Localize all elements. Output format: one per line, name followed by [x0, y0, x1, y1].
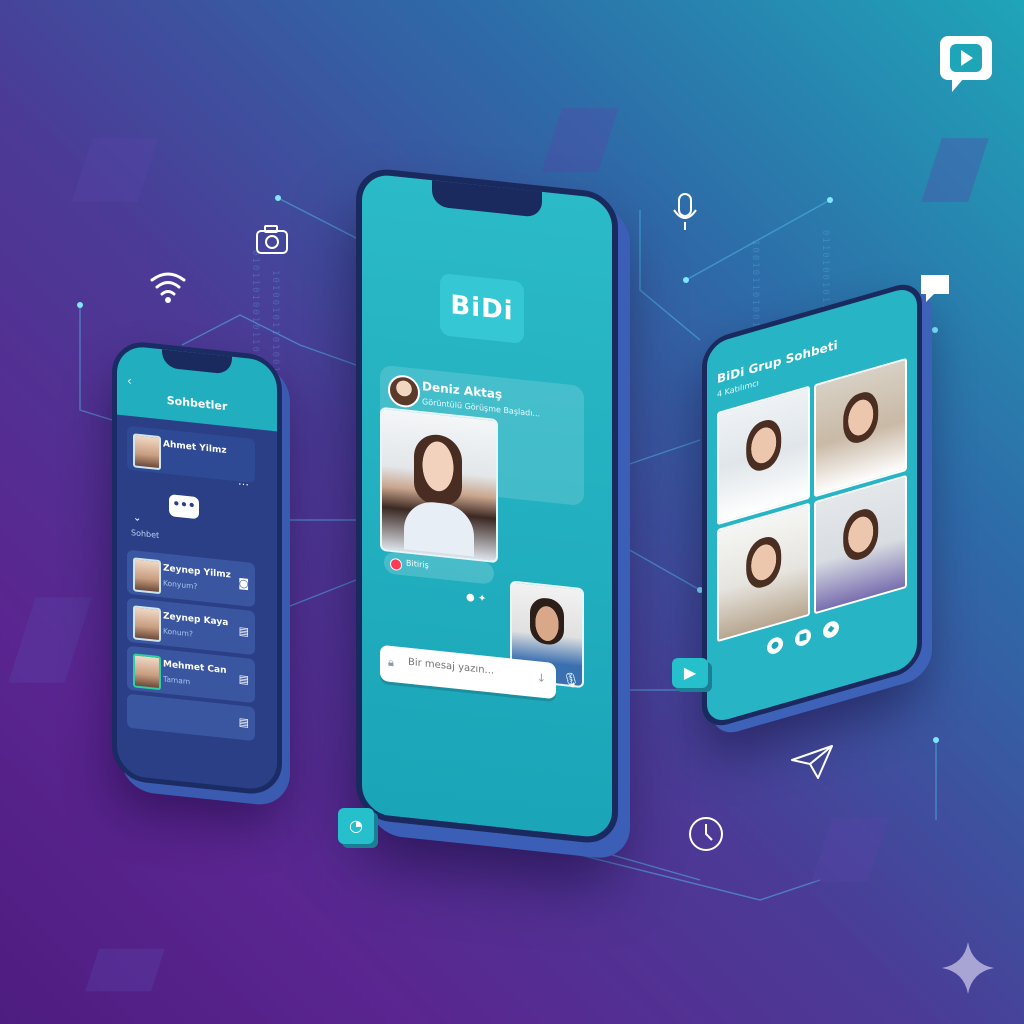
participant-body: [404, 499, 474, 557]
app-logo-badge: BiDi: [440, 273, 524, 344]
background-tile: [85, 948, 165, 992]
app-logo: BiDi: [450, 290, 514, 327]
chat-bubble-icon: ◔: [338, 808, 374, 844]
participant-tile: [717, 385, 810, 526]
play-icon: ▶: [672, 658, 708, 688]
lock-icon: 🔒︎: [388, 655, 394, 670]
participant-face: [745, 415, 782, 475]
participant-face: [530, 596, 564, 647]
chat-row[interactable]: Mehmet Can Tamam ▤: [127, 645, 255, 704]
wifi-icon: [150, 272, 186, 303]
participant-face: [745, 532, 782, 592]
contact-name: Zeynep Yilmz: [163, 563, 231, 581]
location-button[interactable]: ◆: [823, 619, 839, 640]
chevron-down-icon[interactable]: ⌄: [133, 512, 141, 524]
play-chat-icon: [940, 36, 992, 92]
mute-button[interactable]: ●: [767, 635, 783, 656]
more-icon[interactable]: ⋯: [238, 477, 249, 491]
avatar: [133, 557, 161, 595]
avatar: [388, 373, 420, 409]
microphone-icon[interactable]: ↓: [537, 671, 546, 685]
back-button[interactable]: ‹: [127, 374, 132, 389]
pinned-chat-row[interactable]: Ahmet Yilmz ⋯: [127, 425, 255, 491]
video-button[interactable]: ■: [795, 627, 811, 648]
camera-icon: [256, 225, 288, 254]
participant-face: [414, 432, 462, 508]
participant-tile: [717, 502, 810, 643]
avatar: [133, 653, 161, 691]
sparkle-icon: [942, 942, 994, 994]
avatar: [133, 433, 161, 471]
contact-name: Ahmet Yilmz: [163, 439, 227, 457]
list-icon[interactable]: ▤: [239, 672, 249, 686]
participant-face: [842, 387, 879, 447]
remote-video: [380, 406, 498, 564]
record-icon: [390, 557, 402, 572]
list-icon[interactable]: ▤: [239, 624, 249, 638]
chat-row[interactable]: Zeynep Kaya Konum? ▤: [127, 597, 255, 656]
camera-icon[interactable]: ◙: [238, 576, 249, 590]
last-message: Konyum?: [163, 578, 198, 592]
send-icon: [791, 745, 833, 779]
last-message: Tamam: [163, 674, 191, 687]
chat-row[interactable]: Zeynep Yilmz Konyum? ◙: [127, 549, 255, 608]
participant-tile: [814, 357, 907, 498]
video-call-phone: BiDi Deniz Aktaş Görüntülü Görüşme Başla…: [356, 166, 618, 846]
phone-notch: [432, 180, 542, 218]
last-message: Konum?: [163, 626, 193, 639]
microphone-icon[interactable]: 🎙︎: [562, 672, 580, 690]
clock-icon: [689, 817, 723, 851]
contact-name: Zeynep Kaya: [163, 611, 229, 629]
chat-bubble-icon: •••: [169, 494, 199, 520]
group-call-phone: BiDi Grup Sohbeti 4 Katılımcı ● ■ ◆: [702, 278, 922, 732]
participant-face: [842, 504, 879, 564]
reaction-icons[interactable]: ● ✦: [466, 592, 486, 605]
chat-list-phone: ‹ Sohbetler Ahmet Yilmz ⋯ ••• ⌄ Sohbet Z…: [112, 339, 282, 797]
end-call-label: Bitiriş: [406, 558, 429, 570]
group-title: BiDi Grup Sohbeti: [717, 337, 838, 387]
message-input[interactable]: [406, 655, 530, 682]
chat-icon: [921, 275, 949, 302]
list-icon[interactable]: ▤: [239, 715, 249, 729]
microphone-icon: [673, 193, 697, 230]
section-label: Sohbet: [131, 528, 160, 541]
participant-tile: [814, 474, 907, 615]
participant-grid: [717, 357, 907, 643]
contact-name: Mehmet Can: [163, 659, 227, 677]
avatar: [133, 605, 161, 643]
